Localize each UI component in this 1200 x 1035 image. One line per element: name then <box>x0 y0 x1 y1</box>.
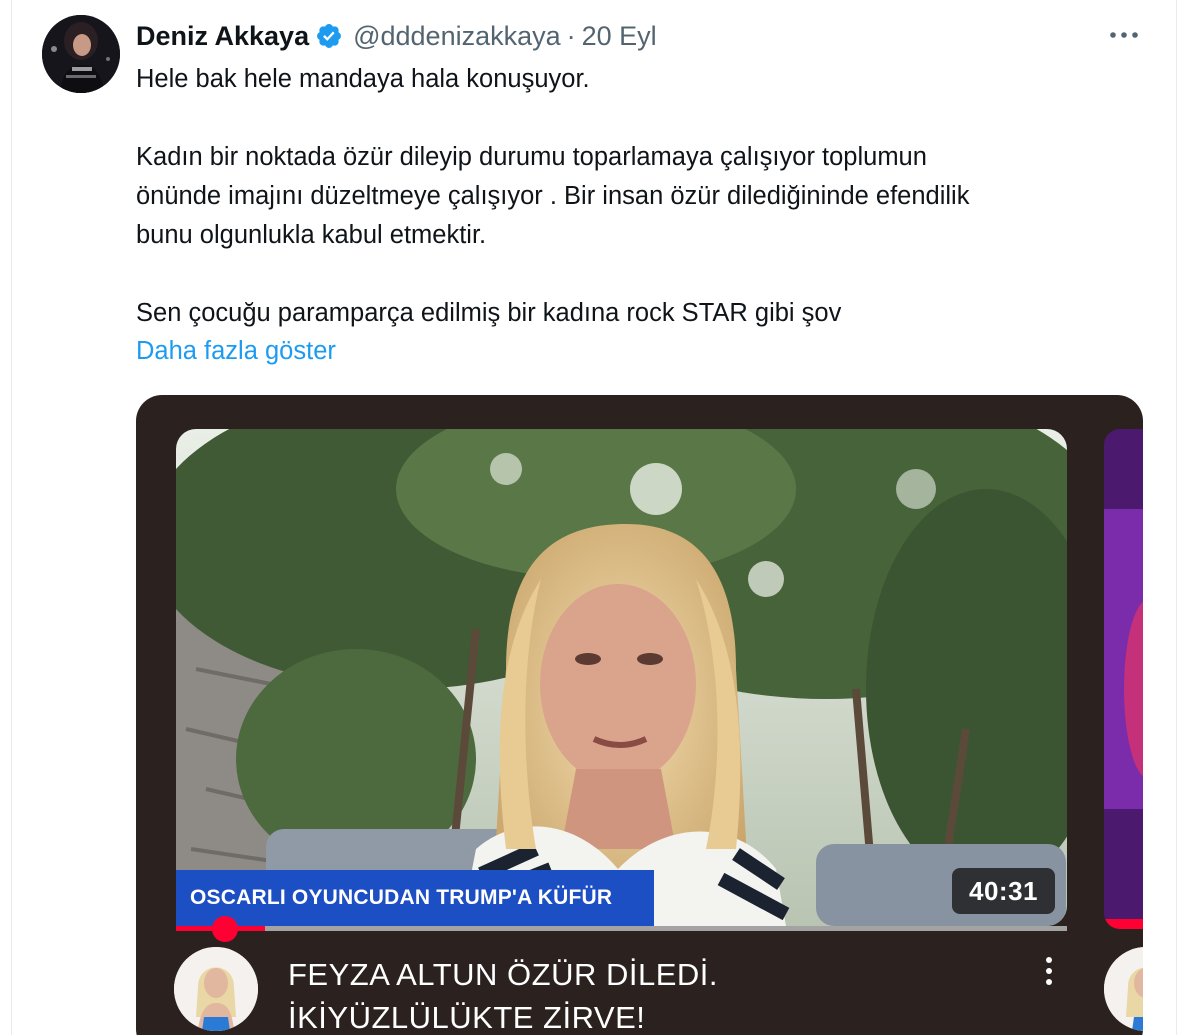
next-video-thumbnail-image <box>1104 429 1143 929</box>
header-separator: · <box>566 20 576 51</box>
more-horizontal-icon[interactable] <box>1106 20 1142 50</box>
tweet-line-1: Hele bak hele mandaya hala konuşuyor. <box>136 65 590 93</box>
video-title[interactable]: FEYZA ALTUN ÖZÜR DİLEDİ. İKİYÜZLÜLÜKTE Z… <box>288 953 908 1035</box>
next-video-thumbnail[interactable] <box>1104 429 1143 929</box>
video-title-line-1: FEYZA ALTUN ÖZÜR DİLEDİ. <box>288 957 719 992</box>
author-handle[interactable]: @dddenizakkaya <box>353 21 561 52</box>
tweet-date[interactable]: 20 Eyl <box>582 21 657 52</box>
video-duration-badge: 40:31 <box>952 868 1055 914</box>
channel-avatar-image <box>174 947 258 1031</box>
author-avatar-image <box>42 15 120 93</box>
video-thumbnail-image <box>176 429 1067 926</box>
tweet-line-2: Kadın bir noktada özür dileyip durumu to… <box>136 143 927 171</box>
video-thumbnail[interactable] <box>176 429 1067 926</box>
video-progress-track[interactable] <box>176 926 1067 931</box>
next-channel-avatar-image <box>1104 947 1143 1031</box>
news-banner-text: OSCARLI OYUNCUDAN TRUMP'A KÜFÜR <box>190 886 613 909</box>
timeline-border-left <box>11 0 12 1035</box>
author-name[interactable]: Deniz Akkaya <box>136 21 309 52</box>
tweet-line-3: önünde imajını düzeltmeye çalışıyor . Bi… <box>136 182 970 210</box>
timeline-border-right <box>1176 0 1177 1035</box>
tweet-line-5: Sen çocuğu paramparça edilmiş bir kadına… <box>136 299 842 327</box>
video-title-line-2: İKİYÜZLÜLÜKTE ZİRVE! <box>288 1000 646 1035</box>
next-channel-avatar[interactable] <box>1104 947 1143 1031</box>
video-card[interactable]: OSCARLI OYUNCUDAN TRUMP'A KÜFÜR 40:31 FE… <box>136 395 1143 1035</box>
more-vertical-icon[interactable] <box>1034 953 1064 989</box>
show-more-link[interactable]: Daha fazla göster <box>136 332 336 371</box>
video-duration: 40:31 <box>969 875 1038 906</box>
tweet-text: Hele bak hele mandaya hala konuşuyor. Ka… <box>136 60 1146 333</box>
tweet-header: Deniz Akkaya @dddenizakkaya · 20 Eyl <box>136 16 657 56</box>
tweet-line-4: bunu olgunlukla kabul etmektir. <box>136 221 487 249</box>
channel-avatar[interactable] <box>174 947 258 1031</box>
video-progress-handle[interactable] <box>212 916 239 942</box>
author-avatar[interactable] <box>42 15 120 93</box>
verified-badge-icon[interactable] <box>315 22 343 50</box>
news-banner: OSCARLI OYUNCUDAN TRUMP'A KÜFÜR <box>176 870 654 926</box>
